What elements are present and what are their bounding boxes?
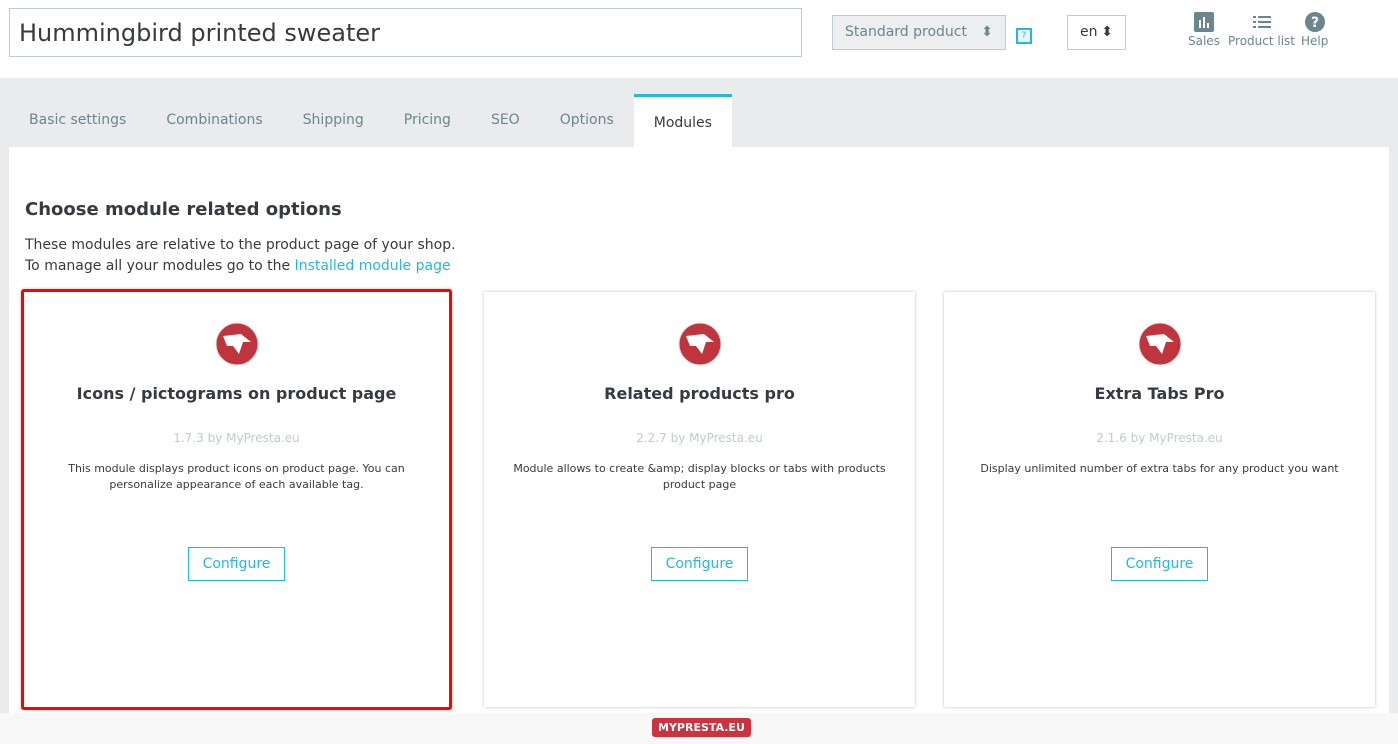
product-list-button[interactable]: Product list: [1228, 12, 1295, 48]
mypresta-badge: MYPRESTA.EU: [652, 718, 751, 737]
module-version: 1.7.3 by MyPresta.eu: [173, 431, 300, 445]
updown-icon: ⬍: [1101, 24, 1113, 40]
intro-line-1: These modules are relative to the produc…: [25, 237, 456, 253]
configure-button[interactable]: Configure: [187, 547, 286, 581]
updown-icon: ⬍: [981, 24, 993, 40]
module-title: Related products pro: [604, 384, 795, 403]
module-card: Extra Tabs Pro 2.1.6 by MyPresta.eu Disp…: [944, 292, 1375, 707]
module-version: 2.2.7 by MyPresta.eu: [636, 431, 763, 445]
module-logo-icon: [215, 322, 258, 366]
language-value: en: [1080, 24, 1098, 40]
product-name-input[interactable]: [9, 8, 802, 57]
modules-panel: Choose module related options These modu…: [9, 147, 1389, 717]
help-button[interactable]: ? Help: [1301, 12, 1328, 48]
list-icon: [1252, 16, 1271, 28]
product-tabs: Basic settings Combinations Shipping Pri…: [9, 94, 732, 147]
svg-text:?: ?: [1311, 15, 1319, 31]
module-description: Display unlimited number of extra tabs f…: [980, 462, 1339, 475]
tab-basic-settings[interactable]: Basic settings: [9, 94, 146, 147]
module-title: Icons / pictograms on product page: [76, 384, 397, 403]
module-title: Extra Tabs Pro: [1094, 384, 1225, 403]
tab-shipping[interactable]: Shipping: [283, 94, 384, 147]
module-description: This module displays product icons on pr…: [68, 462, 405, 491]
sales-label: Sales: [1188, 34, 1220, 48]
tab-seo[interactable]: SEO: [471, 94, 540, 147]
help-label: Help: [1301, 34, 1329, 48]
intro-text: These modules are relative to the produc…: [25, 235, 456, 277]
help-icon: ?: [1304, 12, 1325, 32]
module-version: 2.1.6 by MyPresta.eu: [1096, 431, 1223, 445]
help-badge-icon[interactable]: ?: [1016, 28, 1032, 44]
module-logo-icon: [1138, 322, 1181, 366]
product-list-label: Product list: [1228, 34, 1296, 48]
bar-chart-icon: [1193, 12, 1214, 32]
product-type-value: Standard product: [845, 24, 967, 40]
installed-modules-link[interactable]: Installed module page: [295, 258, 451, 274]
language-select[interactable]: en ⬍: [1067, 15, 1126, 50]
module-card: Icons / pictograms on product page 1.7.3…: [21, 289, 452, 710]
tab-modules[interactable]: Modules: [633, 94, 732, 147]
configure-button[interactable]: Configure: [650, 547, 749, 581]
intro-line-2: To manage all your modules go to the: [25, 258, 295, 274]
configure-button[interactable]: Configure: [1110, 547, 1209, 581]
tab-options[interactable]: Options: [540, 94, 634, 147]
module-card: Related products pro 2.2.7 by MyPresta.e…: [484, 292, 915, 707]
module-description: Module allows to create &amp; display bl…: [513, 462, 886, 491]
tab-pricing[interactable]: Pricing: [384, 94, 471, 147]
module-logo-icon: [678, 322, 721, 366]
tab-combinations[interactable]: Combinations: [146, 94, 282, 147]
product-type-select[interactable]: Standard product ⬍: [832, 15, 1006, 50]
section-heading: Choose module related options: [25, 199, 342, 220]
sales-button[interactable]: Sales: [1188, 12, 1220, 48]
footer: MYPRESTA.EU: [0, 713, 1398, 744]
header: Standard product⬍ ? en⬍ Sales Product li…: [0, 0, 1398, 78]
